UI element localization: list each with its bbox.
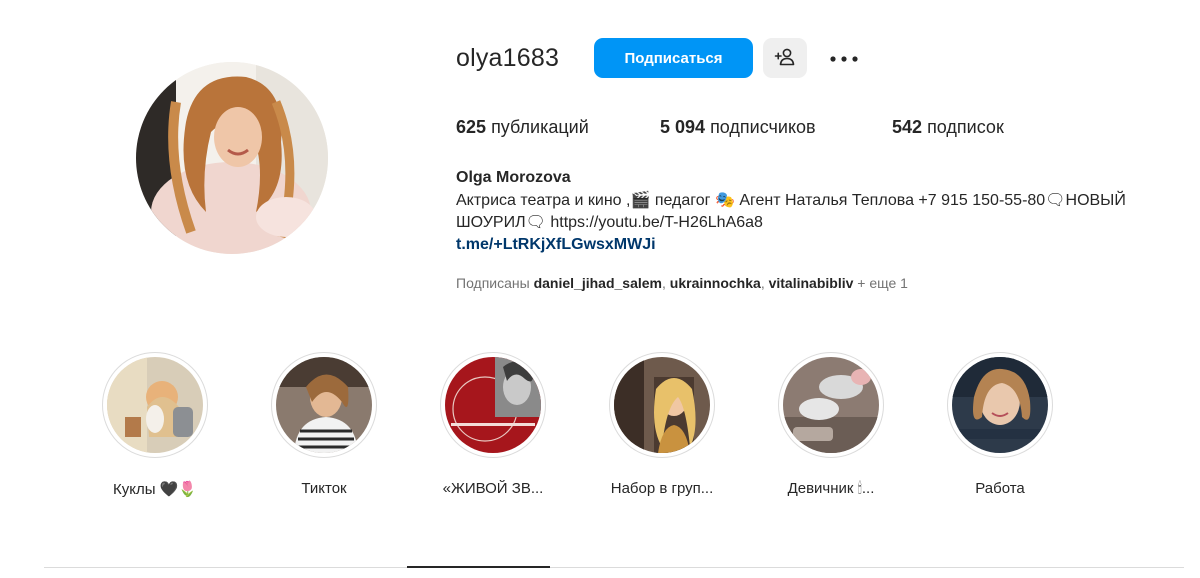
active-tab-indicator[interactable] (407, 566, 550, 568)
highlight-cover (783, 357, 879, 453)
highlight-label: Работа (975, 480, 1025, 497)
profile-full-name: Olga Morozova (456, 169, 571, 186)
highlight-ring (102, 352, 208, 458)
story-highlight[interactable]: Девичник 🕯... (746, 352, 916, 497)
highlight-ring (271, 352, 377, 458)
profile-username: olya1683 (456, 44, 560, 72)
following-count: 542 (892, 117, 923, 137)
followed-by-user[interactable]: vitalinabibliv (769, 275, 854, 291)
profile-bio: Актриса театра и кино ,🎬 педагог 🎭 Агент… (456, 192, 1126, 231)
follow-button[interactable]: Подписаться (594, 38, 753, 78)
bio-link[interactable]: t.me/+LtRKjXfLGwsxMWJi (456, 236, 656, 254)
followers-count: 5 094 (660, 117, 706, 137)
highlight-ring (609, 352, 715, 458)
highlight-label: Тикток (301, 480, 347, 497)
highlight-cover (276, 357, 372, 453)
highlight-cover (107, 357, 203, 453)
following-label: подписок (927, 117, 1004, 137)
suggested-accounts-button[interactable] (763, 38, 807, 78)
highlight-label: Девичник 🕯... (787, 480, 875, 497)
followed-by[interactable]: Подписаны daniel_jihad_salem, ukrainnoch… (456, 275, 908, 291)
highlight-label: Куклы 🖤🌷 (112, 481, 198, 498)
highlight-cover (614, 357, 710, 453)
following-stat[interactable]: 542 подписок (892, 117, 1004, 138)
more-options-button[interactable] (826, 43, 862, 73)
posts-count: 625 (456, 117, 487, 137)
tabs-divider (44, 567, 1184, 568)
highlight-cover (952, 357, 1048, 453)
followers-stat[interactable]: 5 094 подписчиков (660, 117, 816, 138)
highlight-label: «ЖИВОЙ ЗВ... (442, 480, 544, 497)
highlight-ring (778, 352, 884, 458)
posts-label: публикаций (491, 117, 589, 137)
story-highlight[interactable]: Работа (915, 352, 1085, 497)
highlight-ring (947, 352, 1053, 458)
add-person-icon (774, 47, 796, 70)
followed-by-user[interactable]: ukrainnochka (670, 275, 761, 291)
more-dots-icon (829, 51, 859, 66)
posts-stat: 625 публикаций (456, 117, 589, 138)
highlight-ring (440, 352, 546, 458)
story-highlight[interactable]: Куклы 🖤🌷 (70, 352, 240, 498)
highlight-label: Набор в груп... (610, 480, 714, 497)
followed-by-user[interactable]: daniel_jihad_salem (534, 275, 662, 291)
story-highlight[interactable]: Набор в груп... (577, 352, 747, 497)
followed-by-more[interactable]: + еще 1 (857, 275, 908, 291)
highlight-cover (445, 357, 541, 453)
profile-avatar[interactable] (136, 62, 328, 254)
story-highlight[interactable]: «ЖИВОЙ ЗВ... (408, 352, 578, 497)
profile-page: olya1683 Подписаться 625 публикаций 5 09… (0, 0, 1200, 578)
story-highlight[interactable]: Тикток (239, 352, 409, 497)
followed-by-label: Подписаны (456, 275, 530, 291)
followers-label: подписчиков (710, 117, 816, 137)
